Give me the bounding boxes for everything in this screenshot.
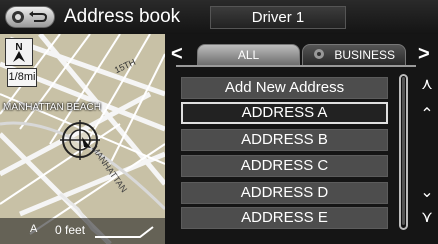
prev-tab-arrow-icon[interactable]: <	[171, 43, 183, 66]
address-list-item[interactable]: ADDRESS B	[181, 129, 388, 151]
voice-back-icon	[12, 11, 48, 23]
page-up-icon[interactable]: ⋏	[417, 74, 437, 94]
tab-divider	[176, 65, 416, 67]
page-title: Address book	[64, 6, 181, 27]
map-scale[interactable]: 1/8mi	[7, 68, 37, 87]
city-label: MANHATTAN BEACH	[3, 102, 101, 113]
current-position-icon	[60, 120, 100, 160]
tab-business-label: BUSINESS	[334, 48, 396, 62]
scrollbar[interactable]	[399, 74, 408, 230]
scroll-up-icon[interactable]: ⌃	[417, 104, 437, 124]
scale-bar-icon	[95, 226, 154, 238]
scroll-down-icon[interactable]: ⌄	[417, 182, 437, 202]
next-tab-arrow-icon[interactable]: >	[418, 43, 430, 66]
scrollbar-thumb[interactable]	[402, 77, 405, 225]
business-category-icon	[313, 49, 324, 59]
add-new-address-button[interactable]: Add New Address	[181, 77, 388, 99]
address-list-item[interactable]: ADDRESS E	[181, 207, 388, 229]
title-bar: Address book Driver 1	[0, 0, 438, 34]
address-list-item[interactable]: ADDRESS A	[181, 102, 388, 124]
back-button[interactable]	[5, 6, 55, 28]
page-down-icon[interactable]: ⋎	[417, 207, 437, 227]
footer-distance: 0 feet	[55, 223, 86, 237]
address-list-item[interactable]: ADDRESS C	[181, 155, 388, 177]
address-list-item[interactable]: ADDRESS D	[181, 182, 388, 204]
map-footer: A 0 feet	[0, 218, 165, 244]
north-up-icon[interactable]: N	[5, 38, 33, 66]
footer-marker-a: A	[30, 223, 38, 235]
driver-selector[interactable]: Driver 1	[210, 6, 346, 29]
map-view[interactable]: N 1/8mi 15TH MANHATTAN BEACH MANHATTAN A…	[0, 34, 165, 244]
tab-business[interactable]: BUSINESS	[302, 44, 406, 66]
tab-all[interactable]: ALL	[197, 44, 300, 66]
